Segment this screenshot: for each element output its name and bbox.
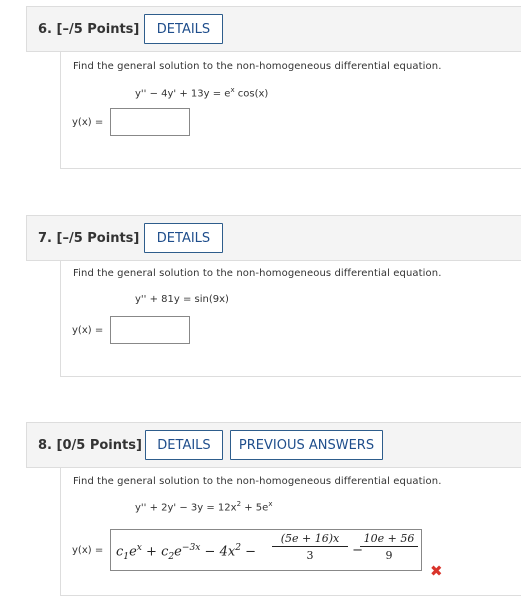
fraction-denominator: 9 [385,549,393,562]
equation-lhs: y'' + 2y' − 3y = 12x [135,502,237,514]
answer-label: y(x) = [72,545,104,556]
fraction-numerator: 10e + 56 [360,532,418,547]
question-number: 8. [38,438,52,453]
question-7-header: 7. [–/5 Points] DETAILS [26,215,521,261]
answer-label: y(x) = [72,117,104,128]
equation-rhs: cos(x) [234,88,269,100]
question-prompt: Find the general solution to the non-hom… [73,268,442,279]
details-button[interactable]: DETAILS [144,223,223,253]
previous-answers-button[interactable]: PREVIOUS ANSWERS [230,430,383,460]
question-points: [0/5 Points] [56,438,142,453]
term: e [129,544,137,560]
term: − 4x [200,544,236,560]
answer-input[interactable] [110,108,190,136]
question-6-header: 6. [–/5 Points] DETAILS [26,6,521,52]
fraction-denominator: 3 [306,549,314,562]
question-points: [–/5 Points] [56,22,140,37]
answer-expression: c1ex + c2e−3x − 4x2 − [116,543,256,562]
question-prompt: Find the general solution to the non-hom… [73,61,442,72]
fraction-2: 10e + 56 9 [360,532,418,562]
details-button[interactable]: DETAILS [145,430,223,460]
equation-exponent: x [268,500,273,508]
equation-mid: + 5e [241,502,269,514]
operator: − [240,544,257,560]
differential-equation: y'' + 81y = sin(9x) [135,294,229,305]
exponent: −3x [181,543,201,553]
question-number: 6. [38,22,52,37]
question-8-header: 8. [0/5 Points] DETAILS PREVIOUS ANSWERS [26,422,521,468]
x-mark-icon: ✖ [430,562,443,580]
details-button[interactable]: DETAILS [144,14,223,44]
question-6-title: 6. [–/5 Points] [38,22,139,37]
equation-lhs: y'' − 4y' + 13y = e [135,88,231,100]
question-8-title: 8. [0/5 Points] [38,438,142,453]
fraction-numerator: (5e + 16)x [272,532,348,547]
question-number: 7. [38,231,52,246]
question-points: [–/5 Points] [56,231,140,246]
fraction-1: (5e + 16)x 3 [272,532,348,562]
question-7-title: 7. [–/5 Points] [38,231,139,246]
equation-lhs: y'' + 81y = sin(9x) [135,294,229,305]
operator: + [141,544,162,560]
answer-label: y(x) = [72,325,104,336]
term: e [174,544,182,560]
answer-input[interactable]: c1ex + c2e−3x − 4x2 − (5e + 16)x 3 − 10e… [110,529,422,571]
differential-equation: y'' − 4y' + 13y = ex cos(x) [135,86,268,99]
answer-input[interactable] [110,316,190,344]
question-prompt: Find the general solution to the non-hom… [73,476,442,487]
differential-equation: y'' + 2y' − 3y = 12x2 + 5ex [135,500,272,513]
